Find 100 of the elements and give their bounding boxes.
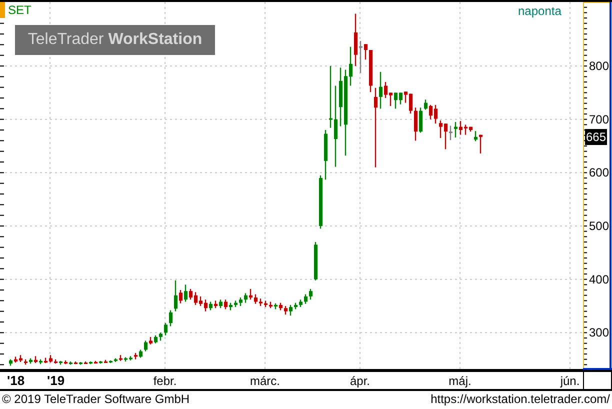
candlestick — [14, 356, 18, 363]
logo: TeleTrader WorkStation — [15, 25, 215, 55]
symbol-label: SET — [8, 3, 32, 17]
candlestick — [109, 360, 112, 364]
axis-label: 700 — [589, 112, 610, 126]
symbol-marker — [0, 2, 5, 18]
candlestick — [299, 300, 302, 308]
candlestick — [309, 288, 312, 300]
candlestick — [104, 360, 108, 363]
candlestick — [354, 14, 358, 66]
candlestick — [44, 358, 48, 364]
candlestick — [119, 355, 122, 361]
candlestick — [479, 134, 482, 154]
candlestick — [59, 360, 62, 365]
candlestick — [179, 290, 182, 304]
candlestick — [454, 122, 458, 138]
candlestick — [424, 100, 428, 110]
candlestick — [149, 336, 152, 344]
candlestick — [9, 359, 12, 366]
candlestick — [239, 297, 242, 306]
axis-label: '18 — [7, 373, 25, 388]
url-text: https://workstation.teletrader.com/ — [430, 391, 610, 407]
candlestick — [229, 302, 232, 310]
candlestick — [289, 304, 292, 316]
candlestick — [189, 288, 192, 300]
candlestick — [184, 284, 188, 302]
candlestick — [414, 108, 418, 141]
axis-label: 600 — [589, 166, 610, 180]
candlestick — [34, 356, 38, 364]
axis-label: 500 — [589, 219, 610, 233]
candlestick — [24, 359, 28, 365]
candlestick — [314, 242, 318, 280]
candlestick — [304, 294, 308, 304]
candlestick — [279, 302, 282, 310]
candlestick — [244, 293, 248, 303]
candlestick — [39, 359, 42, 364]
candlestick — [444, 124, 448, 150]
price-label: 665 — [585, 128, 608, 145]
candlestick — [194, 292, 198, 305]
candlestick — [199, 296, 202, 306]
candlestick — [144, 340, 148, 352]
copyright-text: © 2019 TeleTrader Software GmbH — [2, 391, 190, 407]
candlestick — [359, 40, 362, 73]
candlestick — [324, 130, 328, 180]
candlestick — [474, 131, 478, 142]
axis-label: 300 — [589, 326, 610, 340]
candlestick — [399, 92, 402, 104]
candlestick — [19, 355, 22, 362]
candlestick — [349, 46, 352, 86]
candlestick — [134, 352, 138, 360]
candlestick — [164, 323, 168, 336]
candlestick — [54, 359, 58, 364]
candlestick — [404, 92, 408, 103]
candlestick — [369, 50, 372, 92]
candlestick — [114, 358, 118, 362]
candlestick — [214, 300, 218, 308]
candlestick — [29, 358, 32, 364]
candlestick — [69, 361, 72, 365]
candlestick — [234, 300, 238, 308]
candlestick — [429, 104, 432, 120]
axis-label: ápr. — [350, 374, 370, 388]
candlestick — [79, 362, 82, 365]
candlestick — [89, 361, 92, 364]
candlestick — [434, 104, 438, 124]
candlestick — [394, 92, 398, 109]
axis-label: 400 — [589, 272, 610, 286]
candlestick — [364, 44, 368, 60]
candlestick — [99, 360, 102, 364]
interval-label: naponta — [518, 4, 562, 18]
candlestick — [169, 310, 172, 326]
candlestick — [159, 332, 162, 341]
candlestick — [64, 360, 68, 364]
axis-label: febr. — [153, 374, 177, 388]
candlestick — [274, 303, 278, 310]
candlestick — [139, 350, 142, 358]
candlestick — [464, 124, 468, 135]
candlestick — [419, 108, 422, 133]
candlestick — [339, 68, 342, 126]
axis-label: 800 — [589, 59, 610, 73]
candlestick — [219, 300, 222, 308]
candlestick — [409, 94, 412, 114]
candlestick — [224, 300, 228, 310]
candlestick — [389, 92, 392, 106]
candlestick — [329, 66, 332, 128]
candlestick — [384, 82, 388, 98]
candlestick — [284, 306, 288, 315]
candlestick — [439, 120, 442, 138]
candlestick — [449, 126, 452, 140]
candlestick — [459, 120, 462, 135]
candlestick — [294, 302, 298, 310]
axis-label: márc. — [250, 374, 280, 388]
candlestick — [174, 280, 178, 312]
candlestick — [154, 335, 158, 344]
axis-label: máj. — [448, 374, 472, 388]
axis-label: jún. — [560, 374, 580, 388]
candlestick — [249, 288, 252, 300]
candlestick — [209, 302, 212, 310]
candlestick — [204, 300, 208, 312]
candlestick — [74, 361, 78, 364]
candlestick — [94, 360, 98, 364]
